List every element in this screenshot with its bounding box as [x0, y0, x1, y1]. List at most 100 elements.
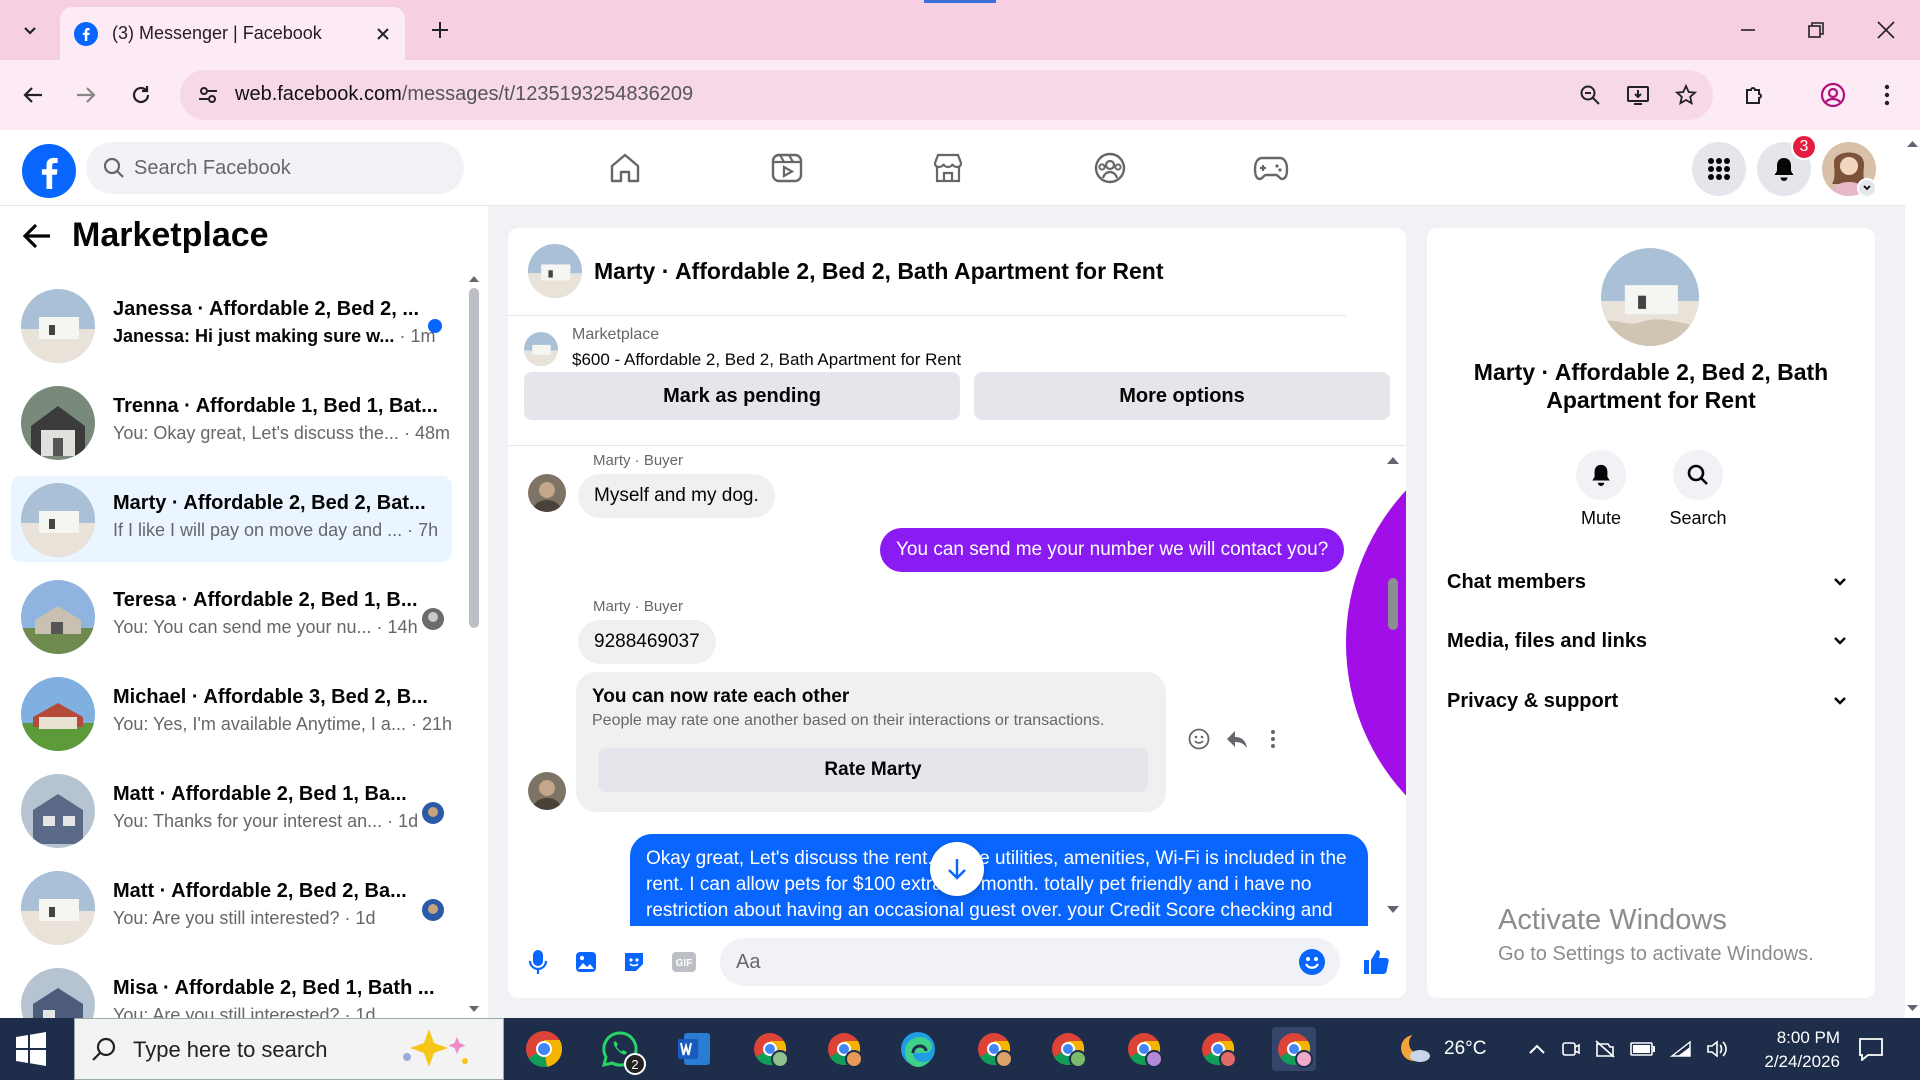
speaker-icon[interactable]: [1706, 1039, 1728, 1059]
taskbar-chrome-profile[interactable]: [972, 1027, 1016, 1071]
taskbar-edge[interactable]: [896, 1027, 940, 1071]
minimize-button[interactable]: [1714, 0, 1782, 60]
windows-taskbar: Type here to search 2 26°C 8:00 PM 2/24/…: [0, 1018, 1920, 1080]
camera-off-icon[interactable]: [1594, 1039, 1616, 1059]
message-bubble-outgoing[interactable]: You can send me your number we will cont…: [880, 528, 1345, 572]
nav-home[interactable]: [570, 138, 680, 198]
conversation-item[interactable]: Matt · Affordable 2, Bed 2, Ba... You: A…: [11, 864, 452, 950]
message-input-wrapper[interactable]: [720, 938, 1340, 986]
chat-listing-avatar[interactable]: [528, 244, 582, 298]
gif-button[interactable]: GIF: [666, 944, 702, 980]
taskbar-chrome-profile[interactable]: [1122, 1027, 1166, 1071]
send-like-button[interactable]: [1358, 944, 1394, 980]
clock[interactable]: 8:00 PM 2/24/2026: [1740, 1026, 1840, 1074]
emoji-icon[interactable]: [1298, 948, 1326, 976]
install-app-button[interactable]: [1620, 77, 1656, 113]
notification-center-icon[interactable]: [1858, 1037, 1884, 1061]
browser-profile-button[interactable]: [1812, 74, 1854, 116]
taskbar-chrome-profile[interactable]: [1046, 1027, 1090, 1071]
message-input[interactable]: [736, 938, 1276, 986]
chat-title[interactable]: Marty · Affordable 2, Bed 2, Bath Apartm…: [594, 258, 1164, 285]
scrollbar-thumb[interactable]: [1388, 578, 1398, 630]
taskbar-whatsapp[interactable]: 2: [598, 1027, 646, 1075]
taskbar-chrome-profile-active[interactable]: [1272, 1027, 1316, 1071]
reply-button[interactable]: [1222, 724, 1252, 754]
address-bar[interactable]: web.facebook.com/messages/t/123519325483…: [180, 70, 1713, 120]
taskbar-chrome-profile[interactable]: [748, 1027, 792, 1071]
conversation-item[interactable]: Michael · Affordable 3, Bed 2, B... You:…: [11, 670, 452, 756]
conversation-item[interactable]: Matt · Affordable 2, Bed 1, Ba... You: T…: [11, 767, 452, 853]
bookmark-button[interactable]: [1668, 77, 1704, 113]
taskbar-chrome[interactable]: [522, 1027, 566, 1071]
close-tab-icon[interactable]: [375, 26, 391, 42]
reload-button[interactable]: [120, 74, 162, 116]
conversation-list-scrollbar[interactable]: [467, 276, 481, 1016]
media-files-links-section[interactable]: Media, files and links: [1447, 621, 1847, 661]
scroll-to-bottom-button[interactable]: [930, 842, 984, 896]
conversation-item[interactable]: Janessa · Affordable 2, Bed 2, ... Janes…: [11, 282, 452, 368]
conversation-item-active[interactable]: Marty · Affordable 2, Bed 2, Bat... If I…: [11, 476, 452, 562]
conversation-item[interactable]: Misa · Affordable 2, Bed 1, Bath ... You…: [11, 961, 452, 1018]
facebook-search-input[interactable]: [134, 142, 454, 194]
conversation-item[interactable]: Teresa · Affordable 2, Bed 1, B... You: …: [11, 573, 452, 659]
battery-icon[interactable]: [1630, 1040, 1656, 1058]
privacy-support-section[interactable]: Privacy & support: [1447, 681, 1847, 721]
url-text[interactable]: web.facebook.com/messages/t/123519325483…: [235, 83, 693, 106]
rate-marty-button[interactable]: Rate Marty: [598, 748, 1148, 792]
windows-start-icon[interactable]: [14, 1032, 48, 1066]
close-window-button[interactable]: [1852, 0, 1920, 60]
facebook-search[interactable]: [86, 142, 464, 194]
new-tab-button[interactable]: [420, 10, 460, 50]
buyer-avatar[interactable]: [528, 772, 566, 810]
marketplace-header: Marketplace: [22, 216, 269, 255]
extensions-button[interactable]: [1734, 74, 1776, 116]
taskbar-word[interactable]: [672, 1027, 716, 1071]
taskbar-search[interactable]: Type here to search: [74, 1018, 504, 1080]
chevron-up-icon[interactable]: [1528, 1043, 1546, 1055]
chat-members-section[interactable]: Chat members: [1447, 562, 1847, 602]
message-bubble-incoming[interactable]: Myself and my dog.: [578, 474, 775, 518]
sticker-button[interactable]: [616, 944, 652, 980]
zoom-button[interactable]: [1572, 77, 1608, 113]
page-scrollbar[interactable]: [1905, 130, 1920, 1018]
message-bubble-incoming[interactable]: 9288469037: [578, 620, 716, 664]
facebook-logo-icon[interactable]: [22, 144, 76, 198]
browser-menu-button[interactable]: [1866, 74, 1908, 116]
message-scrollbar[interactable]: [1384, 454, 1402, 916]
back-arrow-icon[interactable]: [22, 222, 52, 250]
meet-now-icon[interactable]: [1560, 1039, 1580, 1059]
more-options-button[interactable]: More options: [974, 372, 1390, 420]
attach-media-button[interactable]: [568, 944, 604, 980]
nav-groups[interactable]: [1055, 138, 1165, 198]
nav-video[interactable]: [732, 138, 842, 198]
taskbar-chrome-profile[interactable]: [822, 1027, 866, 1071]
voice-clip-button[interactable]: [520, 944, 556, 980]
tab-search-button[interactable]: [10, 10, 50, 50]
search-in-conversation-button[interactable]: Search: [1653, 450, 1743, 529]
forward-button[interactable]: [65, 74, 107, 116]
react-button[interactable]: [1184, 724, 1214, 754]
browser-tab-messenger[interactable]: (3) Messenger | Facebook: [60, 7, 405, 60]
back-button[interactable]: [12, 74, 54, 116]
tab-title: (3) Messenger | Facebook: [112, 23, 322, 43]
wifi-icon[interactable]: [1670, 1040, 1692, 1058]
conversation-item[interactable]: Trenna · Affordable 1, Bed 1, Bat... You…: [11, 379, 452, 465]
message-bubble-outgoing-long[interactable]: Okay great, Let's discuss the rent. All …: [630, 834, 1368, 926]
listing-thumbnail[interactable]: [524, 332, 558, 366]
nav-gaming[interactable]: [1216, 138, 1326, 198]
nav-marketplace[interactable]: [893, 138, 1003, 198]
weather-widget[interactable]: 26°C: [1398, 1018, 1486, 1080]
buyer-avatar[interactable]: [528, 474, 566, 512]
more-actions-button[interactable]: [1258, 724, 1288, 754]
account-menu-caret[interactable]: [1857, 178, 1877, 198]
listing-title[interactable]: $600 - Affordable 2, Bed 2, Bath Apartme…: [572, 350, 961, 370]
taskbar-chrome-profile[interactable]: [1196, 1027, 1240, 1071]
mark-as-pending-button[interactable]: Mark as pending: [524, 372, 960, 420]
restore-button[interactable]: [1782, 0, 1850, 60]
scrollbar-thumb[interactable]: [469, 288, 479, 628]
site-info-button[interactable]: [190, 77, 226, 113]
chrome-profile-icon: [1128, 1033, 1163, 1068]
menu-button[interactable]: [1692, 142, 1746, 196]
mute-button[interactable]: Mute: [1556, 450, 1646, 529]
info-listing-avatar[interactable]: [1601, 248, 1699, 346]
